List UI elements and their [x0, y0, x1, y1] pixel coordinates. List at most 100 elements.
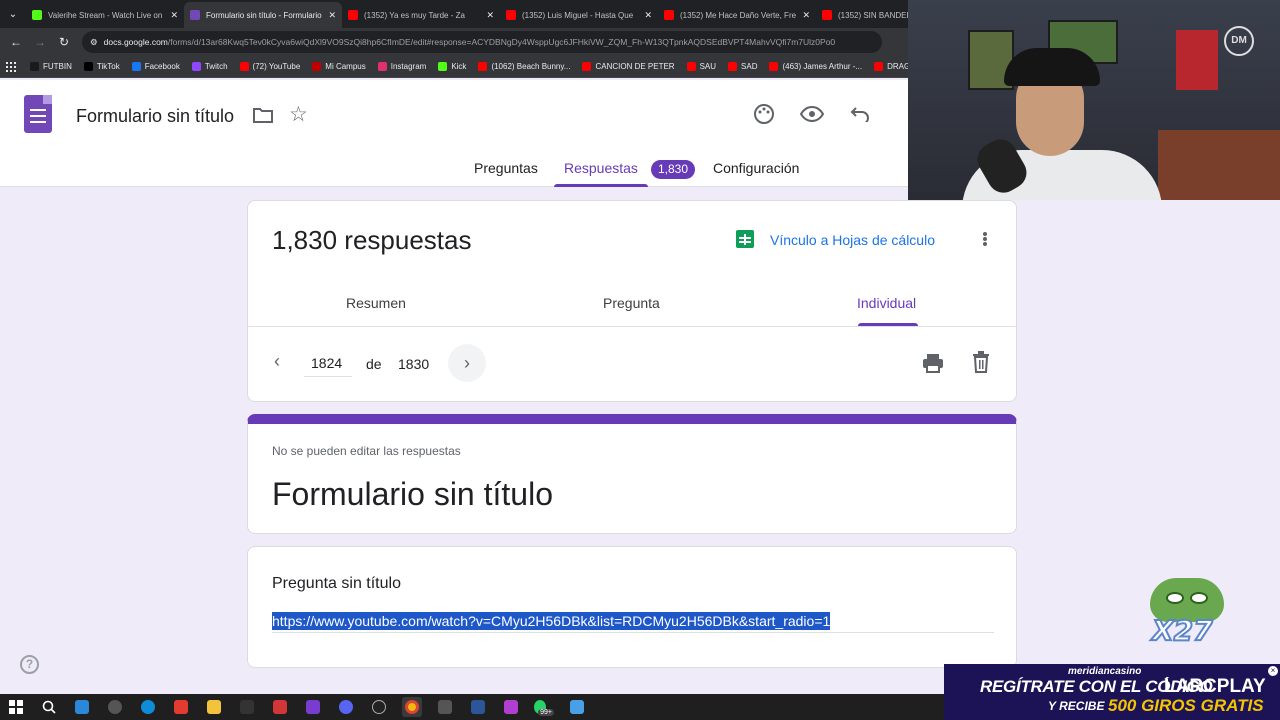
tab-favicon-icon	[822, 10, 832, 20]
site-info-icon[interactable]: ⚙	[90, 37, 98, 48]
bookmark-item[interactable]: (1062) Beach Bunny...	[478, 62, 570, 71]
discord-icon[interactable]	[336, 697, 356, 717]
response-count-badge: 1,830	[651, 160, 696, 179]
browser-tab[interactable]: (1352) Me Hace Daño Verte, Fre ✕	[658, 2, 816, 28]
bookmark-item[interactable]: Mi Campus	[312, 62, 366, 71]
question-title: Pregunta sin título	[272, 575, 401, 592]
bookmark-label: SAU	[699, 62, 717, 71]
bookshelf	[1158, 130, 1280, 200]
current-response-input[interactable]: 1824	[304, 353, 352, 377]
bookmark-item[interactable]: Facebook	[131, 62, 180, 71]
tab-close-icon[interactable]: ✕	[486, 10, 494, 21]
answer-field[interactable]: https://www.youtube.com/watch?v=CMyu2H56…	[272, 612, 994, 633]
casino-ad-banner: meridiancasino REGÍTRATE CON EL CÓDIGO L…	[944, 664, 1280, 720]
answer-text[interactable]: https://www.youtube.com/watch?v=CMyu2H56…	[272, 612, 831, 630]
google-forms-logo-icon[interactable]	[24, 95, 52, 133]
steam-app-icon[interactable]	[105, 697, 125, 717]
anydesk-icon[interactable]	[171, 697, 191, 717]
tab-close-icon[interactable]: ✕	[802, 10, 810, 21]
bookmark-favicon-icon	[377, 62, 387, 71]
bookmark-item[interactable]: (72) YouTube	[239, 62, 300, 71]
print-icon[interactable]	[922, 353, 944, 373]
browser-tab[interactable]: Formulario sin título - Formulario ✕	[184, 2, 342, 28]
next-response-chevron-icon[interactable]: ›	[448, 344, 486, 382]
bookmark-item[interactable]: Kick	[438, 62, 466, 71]
url-host: docs.google.com	[103, 37, 168, 47]
previous-response-chevron-icon[interactable]: ‹	[274, 351, 294, 371]
address-bar[interactable]: ⚙ docs.google.com /forms/d/13ar68Kwq5Tev…	[82, 31, 882, 53]
tab-close-icon[interactable]: ✕	[644, 10, 652, 21]
edge-browser-icon[interactable]	[138, 697, 158, 717]
folder-icon[interactable]	[253, 107, 273, 123]
undo-icon[interactable]	[848, 102, 872, 126]
form-document-title[interactable]: Formulario sin título	[76, 106, 234, 127]
bookmark-item[interactable]: TikTok	[83, 62, 120, 71]
apps-grid-icon[interactable]	[6, 61, 16, 72]
delete-trash-icon[interactable]	[972, 351, 990, 373]
pepe-emote: X27	[1148, 574, 1226, 650]
pepe-eye	[1166, 592, 1184, 604]
store-icon[interactable]	[72, 697, 92, 717]
bookmark-item[interactable]: FUTBIN	[30, 62, 72, 71]
browser-tab[interactable]: (1352) Luis Miguel - Hasta Que ✕	[500, 2, 658, 28]
tab-configuracion[interactable]: Configuración	[713, 160, 799, 187]
more-options-icon[interactable]	[978, 229, 992, 249]
obs-studio-icon[interactable]	[501, 697, 521, 717]
bookmark-favicon-icon	[191, 62, 201, 71]
read-only-notice: No se pueden editar las respuestas	[272, 444, 461, 458]
epic-games-icon[interactable]	[237, 697, 257, 717]
star-icon[interactable]: ☆	[289, 104, 308, 125]
subtab-individual[interactable]: Individual	[857, 295, 916, 311]
bookmark-label: Instagram	[390, 62, 427, 71]
bookmark-item[interactable]: CANCION DE PETER	[582, 62, 675, 71]
url-path: /forms/d/13ar68Kwq5Tev0kCyva6wiQdXl9VO9S…	[167, 37, 836, 47]
browser-tab[interactable]: (1352) Ya es muy Tarde - Za ✕	[342, 2, 500, 28]
github-icon[interactable]	[369, 697, 389, 717]
tab-respuestas[interactable]: Respuestas	[554, 160, 648, 187]
browser-tab[interactable]: Valerihe Stream - Watch Live on ✕	[26, 2, 184, 28]
reload-icon[interactable]: ↻	[52, 30, 76, 54]
windows-start-icon[interactable]	[6, 697, 26, 717]
bookmark-item[interactable]: Twitch	[191, 62, 228, 71]
forward-arrow-icon[interactable]: →	[28, 30, 52, 54]
calculator-icon[interactable]	[435, 697, 455, 717]
word-icon[interactable]	[468, 697, 488, 717]
bookmark-item[interactable]: SAD	[728, 62, 757, 71]
riot-client-icon[interactable]	[270, 697, 290, 717]
casino-code: LARCPLAY	[1164, 676, 1266, 697]
bookmark-item[interactable]: (463) James Arthur -...	[769, 62, 862, 71]
pepe-label: X27	[1151, 613, 1214, 648]
bookmark-label: Mi Campus	[325, 62, 366, 71]
bookmark-label: TikTok	[96, 62, 120, 71]
search-icon[interactable]	[39, 697, 59, 717]
bookmark-item[interactable]: Instagram	[377, 62, 427, 71]
obs-app-icon[interactable]	[303, 697, 323, 717]
photos-icon[interactable]	[567, 697, 587, 717]
preview-eye-icon[interactable]	[800, 102, 824, 126]
whatsapp-icon[interactable]: 99+	[534, 697, 554, 717]
palette-icon[interactable]	[752, 102, 776, 126]
help-icon[interactable]: ?	[20, 655, 39, 674]
bookmark-item[interactable]: SAU	[686, 62, 717, 71]
tab-label: (1352) Ya es muy Tarde - Za	[364, 10, 465, 20]
casino-close-icon: ×	[1268, 666, 1278, 676]
google-sheets-icon[interactable]	[736, 230, 754, 248]
tab-favicon-icon	[190, 10, 200, 20]
pager-total: 1830	[398, 356, 430, 372]
tab-label: Valerihe Stream - Watch Live on	[48, 10, 163, 20]
tab-search-chevron-icon[interactable]: ⌄	[0, 0, 26, 28]
tab-close-icon[interactable]: ✕	[328, 10, 336, 21]
link-to-sheets-button[interactable]: Vínculo a Hojas de cálculo	[770, 232, 935, 248]
streamer-cap	[1004, 48, 1100, 86]
chrome-icon[interactable]	[402, 697, 422, 717]
tab-label: (1352) Me Hace Daño Verte, Fre	[680, 10, 797, 20]
tab-preguntas[interactable]: Preguntas	[474, 160, 538, 187]
back-arrow-icon[interactable]: ←	[4, 30, 28, 54]
form-title: Formulario sin título	[272, 476, 553, 512]
subtab-pregunta[interactable]: Pregunta	[603, 295, 660, 311]
bookmark-label: Facebook	[144, 62, 180, 71]
subtab-resumen[interactable]: Resumen	[346, 295, 406, 311]
bookmark-label: (1062) Beach Bunny...	[491, 62, 571, 71]
tab-close-icon[interactable]: ✕	[170, 10, 178, 21]
file-explorer-icon[interactable]	[204, 697, 224, 717]
